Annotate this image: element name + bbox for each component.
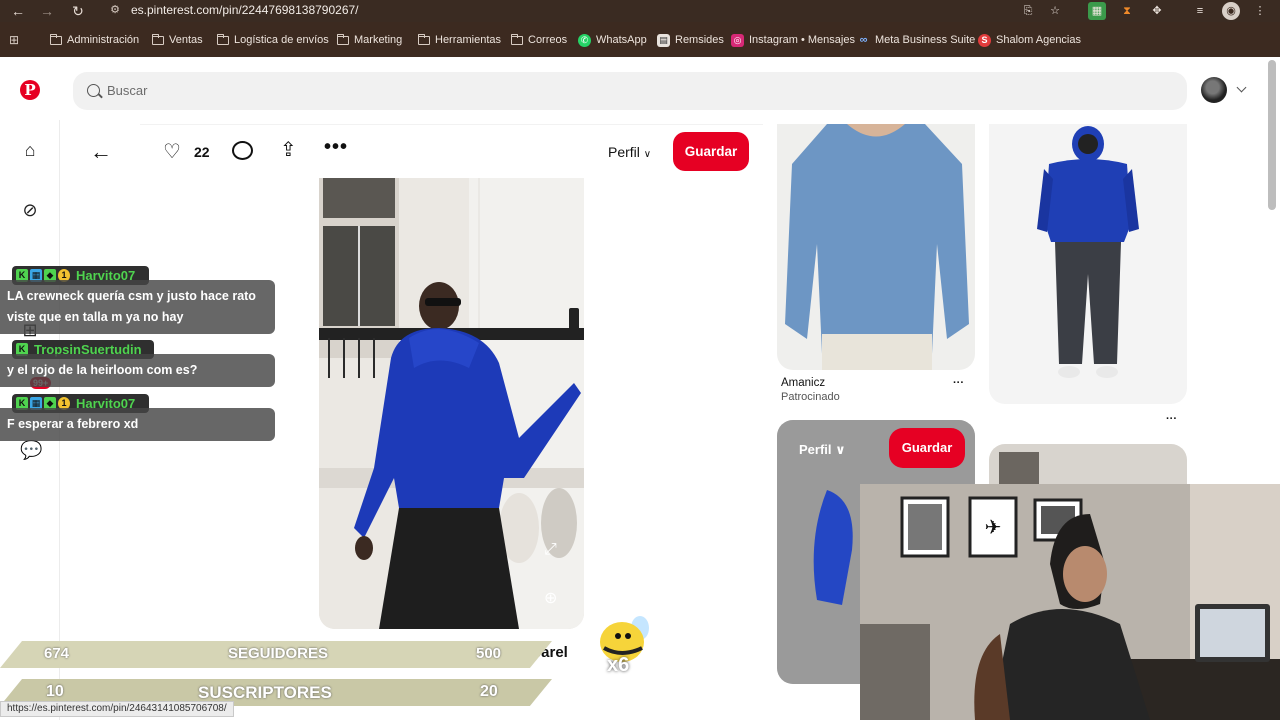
blue-garment-drawing (813, 490, 853, 605)
visual-search-icon[interactable]: ⊕ (544, 588, 557, 608)
followers-label: SEGUIDORES (228, 645, 329, 662)
meta-icon: ∞ (859, 33, 868, 46)
folder-icon (511, 33, 523, 45)
tile-more-icon[interactable]: ··· (1166, 413, 1177, 425)
webcam-drawing: ✈ (860, 484, 1280, 720)
chat-message-3: F esperar a febrero xd (0, 408, 275, 441)
board-selector[interactable]: Perfil ∨ (608, 144, 651, 160)
expand-icon[interactable]: ⤢ (544, 541, 557, 559)
share-icon[interactable]: ⇪ (280, 137, 297, 162)
account-chevron-down-icon[interactable] (1236, 82, 1247, 93)
menu-kebab-icon[interactable]: ⋮ (1251, 2, 1269, 20)
pin-tile-blue-hoodie[interactable] (989, 124, 1187, 404)
chat-message-2: y el rojo de la heirloom com es? (0, 354, 275, 387)
folder-icon (418, 33, 430, 45)
extensions-puzzle-icon[interactable]: ✥ (1148, 2, 1166, 20)
followers-goal: 500 (476, 645, 502, 662)
promoted-tag: Patrocinado (781, 391, 840, 403)
bookmark-herramientas[interactable]: Herramientas (418, 32, 501, 48)
whatsapp-icon: ✆ (578, 33, 591, 47)
bookmark-marketing[interactable]: Marketing (337, 32, 402, 48)
apps-grid-icon[interactable]: ⊞ (9, 32, 19, 48)
extension-timer-icon[interactable]: ⧗ (1118, 2, 1136, 20)
messages-icon[interactable]: 💬 (20, 440, 42, 460)
combo-counter: x6 (607, 654, 630, 676)
subscribers-goal: 20 (480, 683, 498, 700)
bookmark-star-icon[interactable]: ☆ (1046, 2, 1064, 20)
link-status-bar: https://es.pinterest.com/pin/24643141085… (0, 701, 234, 717)
folder-icon (50, 33, 62, 45)
back-arrow-icon[interactable]: ← (90, 139, 112, 165)
bookmark-ventas[interactable]: Ventas (152, 32, 203, 48)
comment-icon[interactable] (232, 141, 253, 160)
reload-icon[interactable]: ↻ (69, 2, 87, 20)
bookmark-instagram[interactable]: ◎ Instagram • Mensajes (731, 32, 855, 48)
pin-tile-blue-crewneck[interactable] (777, 124, 975, 370)
bookmark-logistica[interactable]: Logística de envíos (217, 32, 329, 48)
extension-sheets-icon[interactable]: ▦ (1088, 2, 1106, 20)
pin-photo-drawing (319, 178, 584, 629)
bookmark-whatsapp[interactable]: ✆ WhatsApp (578, 32, 647, 48)
address-bar[interactable]: es.pinterest.com/pin/22447698138790267/ (131, 3, 359, 17)
reading-list-icon[interactable]: ≡ (1191, 2, 1209, 20)
hover-board-selector[interactable]: Perfil ∨ (799, 442, 846, 458)
remsides-icon: ▤ (657, 33, 670, 47)
site-info-icon[interactable]: ⚙ (108, 3, 122, 17)
like-count: 22 (194, 144, 210, 160)
instagram-icon: ◎ (731, 33, 744, 47)
search-input[interactable]: Buscar (73, 72, 1187, 110)
promoted-name[interactable]: Amanicz (781, 377, 825, 389)
bookmark-administracion[interactable]: Administración (50, 32, 139, 48)
shalom-icon: S (978, 33, 991, 47)
profile-avatar-icon[interactable]: ◉ (1222, 2, 1240, 20)
save-button[interactable]: Guardar (673, 132, 749, 171)
install-app-icon[interactable]: ⎘ (1019, 2, 1037, 20)
folder-icon (217, 33, 229, 45)
followers-goal-bar: 674 SEGUIDORES 500 (0, 641, 552, 668)
bookmark-correos[interactable]: Correos (511, 32, 567, 48)
more-options-icon[interactable]: ••• (324, 136, 348, 159)
hover-save-button[interactable]: Guardar (889, 428, 965, 468)
pin-tile-partial[interactable] (989, 444, 1187, 484)
window-shape (999, 452, 1039, 484)
svg-text:✈: ✈ (985, 517, 1002, 539)
address-row: ← → ↻ ⚙ es.pinterest.com/pin/22447698138… (0, 0, 1280, 22)
forward-nav-icon[interactable]: → (38, 2, 56, 20)
pinterest-logo[interactable]: P (20, 80, 40, 100)
chevron-down-icon: ∨ (643, 149, 652, 160)
bookmark-meta-business[interactable]: ∞ Meta Business Suite (857, 32, 976, 48)
webcam-feed: ✈ (860, 484, 1280, 720)
explore-compass-icon[interactable]: ⊘ (20, 200, 40, 220)
pin-image[interactable]: ⤢ ⊕ (319, 178, 584, 629)
folder-icon (337, 33, 349, 45)
heart-icon[interactable]: ♡ (163, 139, 181, 164)
tile-more-icon[interactable]: ··· (953, 377, 964, 389)
search-placeholder: Buscar (107, 83, 148, 98)
hoodie-drawing (1037, 126, 1139, 378)
page-scrollbar[interactable] (1268, 60, 1276, 210)
crewneck-drawing (785, 124, 969, 370)
bookmark-shalom[interactable]: S Shalom Agencias (978, 32, 1081, 48)
back-nav-icon[interactable]: ← (9, 2, 27, 20)
user-avatar[interactable] (1201, 77, 1227, 103)
bookmark-remsides[interactable]: ▤ Remsides (657, 32, 724, 48)
subscribers-current: 10 (46, 683, 64, 700)
followers-current: 674 (44, 645, 70, 662)
bookmarks-bar: ⊞ Administración Ventas Logística de env… (0, 26, 1280, 54)
folder-icon (152, 33, 164, 45)
home-icon[interactable]: ⌂ (20, 140, 40, 160)
subscribers-label: SUSCRIPTORES (198, 683, 332, 702)
search-icon (87, 84, 100, 97)
chat-message-1: LA crewneck quería csm y justo hace rato… (0, 280, 275, 334)
